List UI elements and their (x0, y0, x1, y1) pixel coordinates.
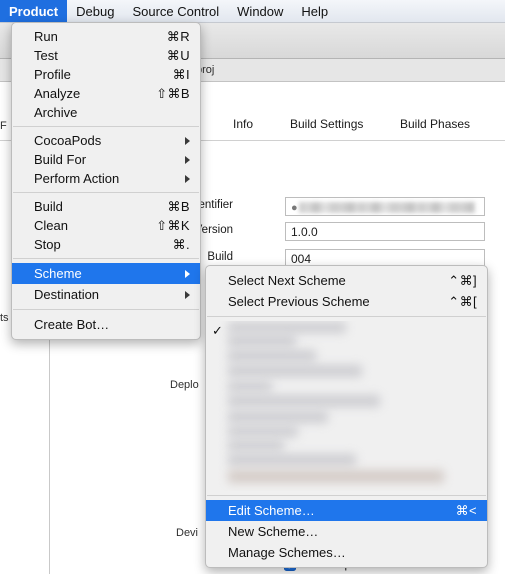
menu-item-scheme[interactable]: Scheme (12, 263, 200, 284)
menubar-item-window[interactable]: Window (228, 0, 292, 22)
menu-item-build-for-label: Build For (34, 152, 87, 167)
menubar-item-window-label: Window (237, 3, 284, 19)
menu-item-analyze-label: Analyze (34, 86, 81, 101)
menu-item-run-label: Run (34, 29, 58, 44)
menu-item-new-scheme[interactable]: New Scheme… (206, 521, 487, 542)
chevron-right-icon (185, 136, 190, 145)
bundle-identifier-redaction (298, 202, 475, 214)
menu-separator (13, 309, 199, 310)
menu-item-select-previous-scheme-shortcut: ⌃⌘[ (448, 293, 477, 309)
menu-item-manage-schemes[interactable]: Manage Schemes… (206, 542, 487, 563)
menu-item-edit-scheme-label: Edit Scheme… (228, 503, 315, 518)
menu-item-profile[interactable]: Profile ⌘I (12, 65, 200, 84)
menu-item-select-previous-scheme-label: Select Previous Scheme (228, 294, 370, 309)
checkmark-icon: ✓ (212, 323, 223, 338)
menu-item-select-next-scheme-label: Select Next Scheme (228, 273, 346, 288)
menu-item-perform-action-label: Perform Action (34, 171, 120, 186)
menu-item-create-bot-label: Create Bot… (34, 317, 110, 332)
menu-item-new-scheme-label: New Scheme… (228, 524, 319, 539)
menu-item-select-previous-scheme[interactable]: Select Previous Scheme ⌃⌘[ (206, 291, 487, 312)
menu-item-test-shortcut: ⌘U (166, 47, 190, 63)
chevron-right-icon (185, 174, 190, 183)
redaction-bar (228, 426, 298, 437)
menubar-item-debug[interactable]: Debug (67, 0, 123, 22)
tab-build-settings[interactable]: Build Settings (290, 117, 363, 131)
tab-build-phases[interactable]: Build Phases (400, 117, 470, 131)
redaction-bar (228, 440, 284, 451)
scheme-list-redacted[interactable]: ✓ (206, 321, 487, 491)
menu-item-analyze-shortcut: ⇧⌘B (156, 85, 190, 101)
redaction-bar (228, 365, 362, 377)
menubar-item-debug-label: Debug (76, 3, 115, 19)
redaction-bar (228, 335, 296, 347)
chevron-right-icon (185, 155, 190, 164)
left-fragment-f: F (0, 120, 7, 132)
menu-item-scheme-label: Scheme (34, 266, 82, 281)
menu-item-destination[interactable]: Destination (12, 284, 200, 305)
menu-item-select-next-scheme-shortcut: ⌃⌘] (448, 272, 477, 288)
product-dropdown-menu: Run ⌘R Test ⌘U Profile ⌘I Analyze ⇧⌘B Ar… (11, 22, 201, 340)
menu-item-cocoapods-label: CocoaPods (34, 133, 102, 148)
menu-item-build[interactable]: Build ⌘B (12, 197, 200, 216)
menu-item-archive-label: Archive (34, 105, 78, 120)
menu-separator (13, 126, 199, 127)
menu-item-perform-action[interactable]: Perform Action (12, 169, 200, 188)
redaction-bar (228, 322, 346, 333)
menu-item-build-label: Build (34, 199, 63, 214)
redaction-bar (228, 395, 380, 407)
menu-item-build-shortcut: ⌘B (167, 198, 190, 214)
menu-item-create-bot[interactable]: Create Bot… (12, 314, 200, 335)
tab-info[interactable]: Info (233, 117, 253, 131)
menu-item-destination-label: Destination (34, 287, 100, 302)
menu-item-build-for[interactable]: Build For (12, 150, 200, 169)
menu-item-test[interactable]: Test ⌘U (12, 46, 200, 65)
menu-item-clean-shortcut: ⇧⌘K (156, 217, 190, 233)
menu-item-analyze[interactable]: Analyze ⇧⌘B (12, 84, 200, 103)
menu-item-archive[interactable]: Archive (12, 103, 200, 122)
chevron-right-icon (185, 290, 190, 299)
menu-item-edit-scheme[interactable]: Edit Scheme… ⌘< (206, 500, 487, 521)
screenshot-root: proj Info Build Settings Build Phases F … (0, 0, 505, 574)
chevron-right-icon (185, 269, 190, 278)
deployment-info-label: Deplo (170, 379, 199, 391)
menu-separator (13, 258, 199, 259)
menu-item-stop-shortcut: ⌘. (172, 236, 190, 252)
menu-item-cocoapods[interactable]: CocoaPods (12, 131, 200, 150)
menu-item-stop[interactable]: Stop ⌘. (12, 235, 200, 254)
menu-separator (207, 495, 486, 496)
menu-item-clean[interactable]: Clean ⇧⌘K (12, 216, 200, 235)
redaction-bar (228, 381, 272, 392)
redaction-bar (228, 350, 316, 362)
menu-item-edit-scheme-shortcut: ⌘< (455, 502, 477, 518)
menubar-item-product[interactable]: Product (0, 0, 68, 22)
menu-item-test-label: Test (34, 48, 58, 63)
menu-item-manage-schemes-label: Manage Schemes… (228, 545, 346, 560)
build-label: Build (207, 251, 233, 263)
redaction-bar (228, 454, 356, 466)
menubar-item-product-label: Product (9, 3, 59, 19)
scheme-submenu: Select Next Scheme ⌃⌘] Select Previous S… (205, 265, 488, 568)
menu-item-select-next-scheme[interactable]: Select Next Scheme ⌃⌘] (206, 270, 487, 291)
menubar-item-help[interactable]: Help (292, 0, 337, 22)
menu-item-clean-label: Clean (34, 218, 68, 233)
menu-item-run-shortcut: ⌘R (166, 28, 190, 44)
menu-separator (13, 192, 199, 193)
menu-bar: Product Debug Source Control Window Help (0, 0, 505, 23)
menubar-item-source-control-label: Source Control (132, 3, 220, 19)
bundle-identifier-input[interactable]: ● (285, 197, 485, 216)
devices-label: Devi (176, 527, 199, 539)
menu-item-stop-label: Stop (34, 237, 61, 252)
redaction-bar (228, 470, 444, 483)
menubar-item-help-label: Help (301, 3, 329, 19)
menu-item-profile-label: Profile (34, 67, 71, 82)
menu-separator (207, 316, 486, 317)
left-fragment-ts: ts (0, 312, 9, 324)
version-input[interactable]: 1.0.0 (285, 222, 485, 241)
menu-item-profile-shortcut: ⌘I (172, 66, 190, 82)
redaction-bar (228, 411, 328, 423)
menu-item-run[interactable]: Run ⌘R (12, 27, 200, 46)
menubar-item-source-control[interactable]: Source Control (123, 0, 228, 22)
